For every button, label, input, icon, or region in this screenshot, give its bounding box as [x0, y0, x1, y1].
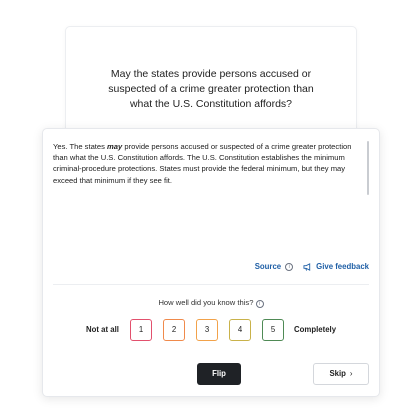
flashcard-stage: May the states provide persons accused o… [0, 0, 420, 420]
skip-button[interactable]: Skip › [313, 363, 369, 385]
scale-low-label: Not at all [86, 325, 119, 334]
rating-button-3[interactable]: 3 [196, 319, 218, 341]
megaphone-icon [303, 262, 311, 271]
rating-button-4[interactable]: 4 [229, 319, 251, 341]
rating-question: How well did you know this? i [43, 298, 379, 308]
rating-button-5[interactable]: 5 [262, 319, 284, 341]
answer-text: Yes. The states may provide persons accu… [53, 141, 361, 186]
answer-links: Source i Give feedback [255, 262, 369, 271]
chevron-right-icon: › [349, 369, 353, 378]
rating-button-1[interactable]: 1 [130, 319, 152, 341]
answer-card: Yes. The states may provide persons accu… [42, 128, 380, 397]
rating-question-text: How well did you know this? [158, 298, 254, 307]
answer-lead: Yes. The states [53, 142, 108, 151]
rating-button-2[interactable]: 2 [163, 319, 185, 341]
give-feedback-label: Give feedback [316, 262, 369, 271]
skip-label: Skip [329, 369, 346, 378]
info-icon: i [255, 300, 264, 308]
flip-button[interactable]: Flip [197, 363, 241, 385]
divider [53, 284, 369, 285]
rating-row: Not at all 1 2 3 4 5 Completely [43, 319, 379, 341]
source-link[interactable]: Source i [254, 262, 294, 271]
question-text: May the states provide persons accused o… [108, 68, 314, 110]
source-label: Source [254, 262, 282, 271]
scale-high-label: Completely [294, 325, 337, 334]
answer-emphasis: may [107, 142, 123, 151]
info-icon: i [285, 262, 294, 271]
give-feedback-link[interactable]: Give feedback [303, 262, 369, 271]
answer-scrollbar[interactable] [367, 141, 369, 195]
